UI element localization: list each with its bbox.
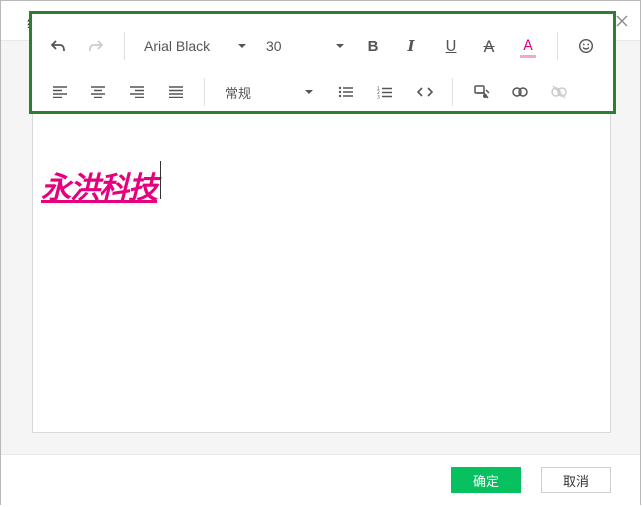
bold-button[interactable]: B [361, 34, 385, 58]
italic-button[interactable]: I [399, 34, 423, 58]
font-size-select[interactable]: 30 [266, 34, 344, 58]
font-family-value: Arial Black [144, 38, 211, 54]
image-icon[interactable] [470, 80, 494, 104]
paragraph-format-select[interactable]: 常规 [225, 80, 313, 104]
font-color-label: A [520, 38, 536, 58]
link-icon[interactable] [508, 80, 532, 104]
align-right-icon[interactable] [125, 80, 149, 104]
toolbar-divider [557, 32, 558, 60]
toolbar-divider [452, 78, 453, 106]
redo-icon [84, 34, 108, 58]
bullet-list-icon[interactable] [334, 80, 358, 104]
toolbar-divider [124, 32, 125, 60]
paragraph-format-value: 常规 [225, 86, 252, 102]
editor-content-text[interactable]: 永洪科技 [41, 163, 158, 207]
editor-toolbar: Arial Black 30 B I U A A 常规 1 2 3 [29, 11, 616, 114]
chevron-down-icon [336, 44, 344, 48]
font-size-value: 30 [266, 38, 282, 54]
close-icon[interactable] [614, 13, 630, 29]
ok-button[interactable]: 确定 [451, 467, 521, 493]
underline-button[interactable]: U [439, 34, 463, 58]
toolbar-row-2: 常规 123 [32, 72, 613, 112]
toolbar-row-1: Arial Black 30 B I U A A [32, 26, 613, 66]
dialog-footer: 确定 取消 [1, 454, 640, 506]
toolbar-divider [204, 78, 205, 106]
undo-icon[interactable] [46, 34, 70, 58]
cancel-button[interactable]: 取消 [541, 467, 611, 493]
align-left-icon[interactable] [48, 80, 72, 104]
align-center-icon[interactable] [86, 80, 110, 104]
edit-dialog: 编辑 Arial Black 30 B I [0, 0, 641, 506]
text-cursor [160, 161, 161, 199]
font-color-button[interactable]: A [516, 34, 540, 58]
svg-text:3: 3 [377, 94, 380, 99]
font-family-select[interactable]: Arial Black [144, 34, 246, 58]
chevron-down-icon [238, 44, 246, 48]
chevron-down-icon [305, 90, 313, 94]
strikethrough-button[interactable]: A [477, 34, 501, 58]
emoji-icon[interactable] [574, 34, 598, 58]
unlink-icon [547, 80, 571, 104]
code-icon[interactable] [413, 80, 437, 104]
numbered-list-icon[interactable]: 123 [373, 80, 397, 104]
align-justify-icon[interactable] [164, 80, 188, 104]
